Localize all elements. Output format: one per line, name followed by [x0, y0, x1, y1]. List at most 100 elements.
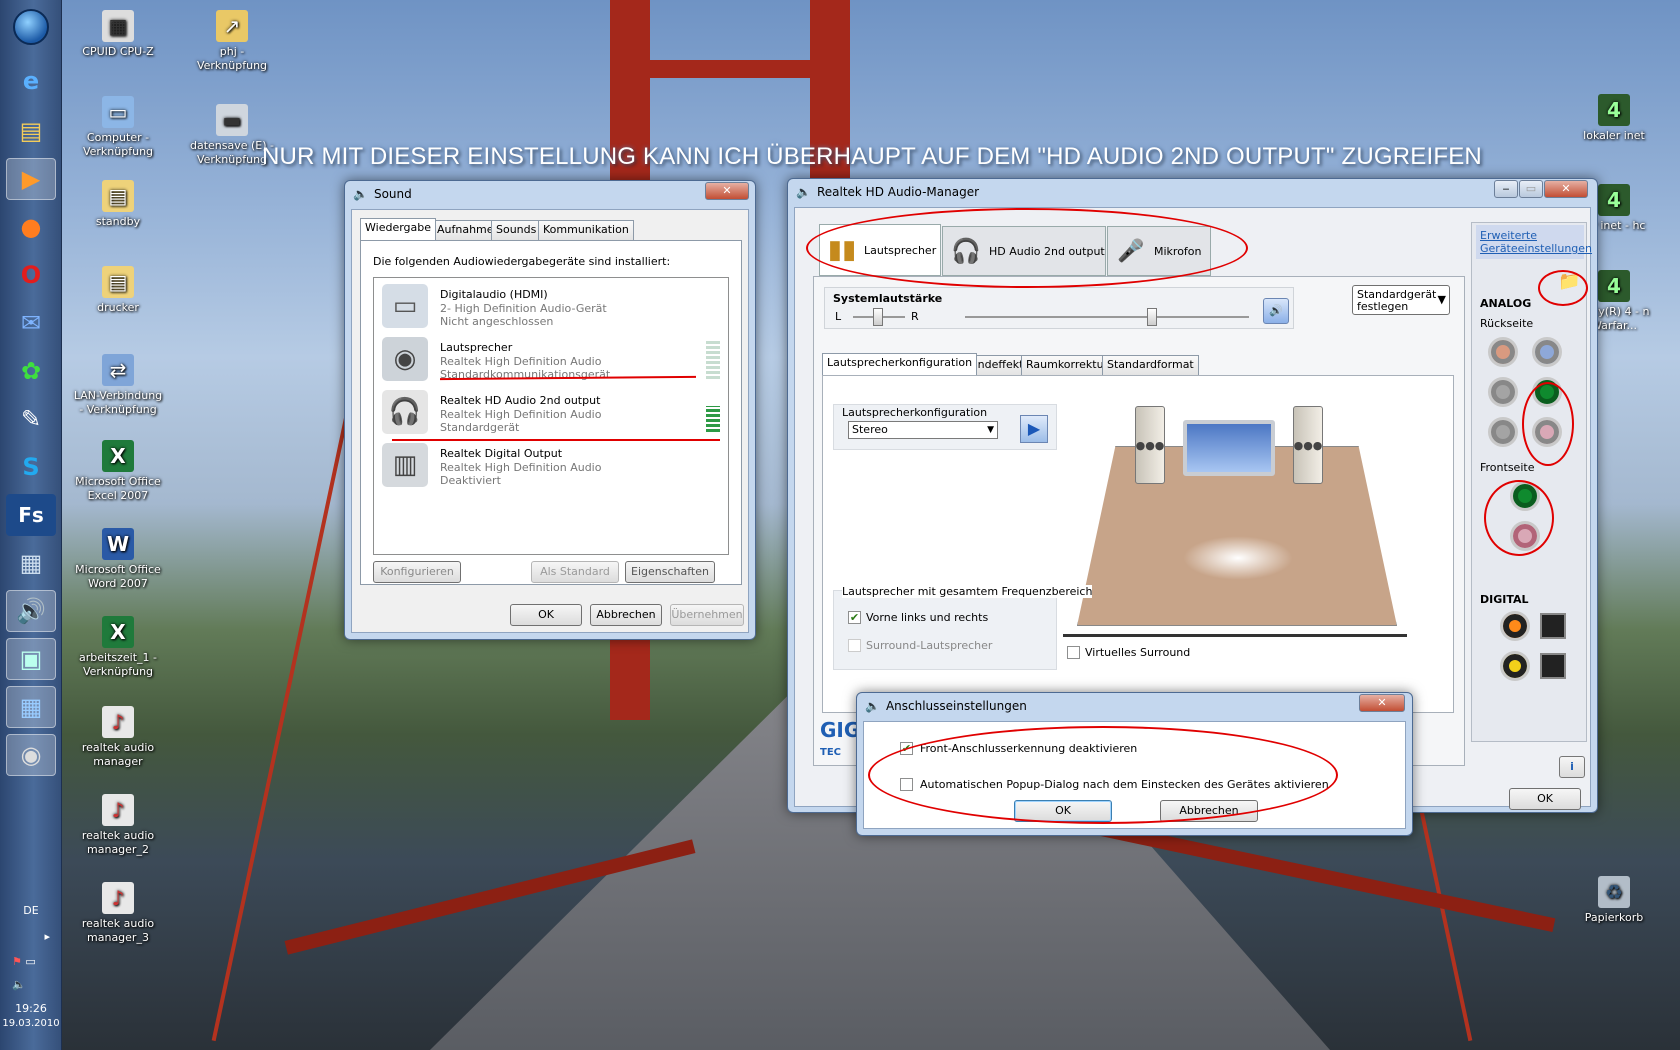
surround-checkbox[interactable]: [848, 639, 861, 652]
minimize-button[interactable]: ‒: [1494, 180, 1518, 198]
control-panel-icon[interactable]: ▦: [6, 686, 56, 728]
level-meter: [706, 341, 720, 381]
ok-button[interactable]: OK: [510, 604, 582, 626]
optical-out-icon[interactable]: [1540, 613, 1566, 639]
virtual-surround-checkbox[interactable]: [1067, 646, 1080, 659]
config-select[interactable]: Stereo ▼: [848, 421, 998, 439]
device-hd-audio-2nd-output[interactable]: 🎧 Realtek HD Audio 2nd output Realtek Hi…: [380, 388, 720, 438]
clock-date[interactable]: 19.03.2010: [0, 1018, 62, 1029]
optical-in-icon[interactable]: [1540, 653, 1566, 679]
ok-button[interactable]: OK: [1509, 788, 1581, 810]
front-lr-label: Vorne links und rechts: [866, 611, 989, 624]
digital-label: DIGITAL: [1480, 593, 1529, 606]
subtab-standardformat[interactable]: Standardformat: [1102, 355, 1199, 375]
sound-titlebar[interactable]: 🔈 Sound: [345, 181, 755, 207]
configure-button[interactable]: Konfigurieren: [373, 561, 461, 583]
close-button[interactable]: ✕: [705, 182, 749, 200]
audio-icon[interactable]: ◉: [6, 734, 56, 776]
play-test-button[interactable]: ▶: [1020, 415, 1048, 443]
desktop-icon-cpuz[interactable]: ▦ CPUID CPU-Z: [72, 10, 164, 59]
subtab-lautsprecherkonfiguration[interactable]: Lautsprecherkonfiguration: [822, 353, 978, 375]
internet-explorer-icon[interactable]: e: [6, 60, 56, 102]
balance-thumb[interactable]: [873, 308, 883, 326]
set-default-button[interactable]: Als Standard: [531, 561, 619, 583]
desktop-icon-word[interactable]: W Microsoft Office Word 2007: [72, 528, 164, 591]
jack-orange-icon[interactable]: [1488, 337, 1518, 367]
desktop-icon-lokaler-inet[interactable]: 4 lokaler inet: [1568, 94, 1660, 143]
coax-yellow-icon[interactable]: [1500, 651, 1530, 681]
balance-slider[interactable]: [853, 308, 905, 326]
skype-icon[interactable]: S: [6, 446, 56, 488]
icq-icon[interactable]: ✿: [6, 350, 56, 392]
media-player-icon[interactable]: ▶: [6, 158, 56, 200]
desktop-icon-drucker[interactable]: ▤ drucker: [72, 266, 164, 315]
desktop-icon-computer[interactable]: ▭ Computer - Verknüpfung: [72, 96, 164, 159]
explorer-folder-icon[interactable]: ▤: [6, 110, 56, 152]
device-hdmi[interactable]: ▭ Digitalaudio (HDMI) 2- High Definition…: [380, 282, 710, 332]
mute-speaker-button[interactable]: 🔊: [1263, 298, 1289, 324]
tab-wiedergabe[interactable]: Wiedergabe: [360, 218, 437, 240]
desktop-icon-realtek1[interactable]: ♪ realtek audio manager: [72, 706, 164, 769]
close-button[interactable]: ✕: [1359, 694, 1405, 712]
monitor-icon: ▭: [382, 284, 428, 328]
thunderbird-icon[interactable]: ✉: [6, 302, 56, 344]
digital-output-icon: ▥: [382, 443, 428, 487]
desktop-icon-excel[interactable]: X Microsoft Office Excel 2007: [72, 440, 164, 503]
language-indicator[interactable]: DE: [0, 904, 62, 917]
jack-gray-icon[interactable]: [1488, 377, 1518, 407]
desktop-icon-arbeitszeit[interactable]: Xarbeitszeit_1 - Verknüpfung: [72, 616, 164, 679]
tab-aufnahme[interactable]: Aufnahme: [432, 220, 499, 240]
set-default-device-button[interactable]: Standardgerät festlegen ▼: [1352, 285, 1450, 315]
maximize-button[interactable]: ▭: [1519, 180, 1543, 198]
opera-icon[interactable]: O: [6, 254, 56, 296]
subtab-raumkorrektur[interactable]: Raumkorrektur: [1021, 355, 1114, 375]
desktop-icon-lan[interactable]: ⇄ LAN-Verbindung - Verknüpfung: [72, 354, 164, 417]
device-digital-output[interactable]: ▥ Realtek Digital Output Realtek High De…: [380, 441, 710, 491]
word-icon: W: [102, 528, 134, 560]
info-button[interactable]: i: [1559, 756, 1585, 778]
apply-button[interactable]: Übernehmen: [670, 604, 744, 626]
dialog-title: Anschlusseinstellungen: [885, 699, 1027, 713]
realtek-titlebar[interactable]: 🔈 Realtek HD Audio-Manager: [788, 179, 1597, 205]
fs-icon[interactable]: Fs: [6, 494, 56, 536]
advanced-settings-link[interactable]: Erweiterte Geräteeinstellungen: [1476, 225, 1592, 259]
cancel-button[interactable]: Abbrechen: [590, 604, 662, 626]
device-name: Realtek HD Audio 2nd output: [440, 394, 601, 407]
properties-button[interactable]: Eigenschaften: [625, 561, 715, 583]
cpuz-icon: ▦: [102, 10, 134, 42]
speaker-icon: 🔈: [865, 699, 880, 713]
clock-time[interactable]: 19:26: [0, 1002, 62, 1015]
tab-sounds[interactable]: Sounds: [491, 220, 542, 240]
jack-gray2-icon[interactable]: [1488, 417, 1518, 447]
tray-flag-icon[interactable]: ⚑ ▭: [0, 955, 62, 968]
jack-blue-icon[interactable]: [1532, 337, 1562, 367]
volume-thumb[interactable]: [1147, 308, 1157, 326]
desktop-icon-phj[interactable]: ↗ phj - Verknüpfung: [186, 10, 278, 73]
desktop-icon-label: arbeitszeit_1 - Verknüpfung: [79, 651, 157, 678]
desktop-icon-realtek3[interactable]: ♪ realtek audio manager_3: [72, 882, 164, 945]
computer-icon: ▭: [102, 96, 134, 128]
device-driver: Realtek High Definition Audio: [440, 355, 602, 368]
device-list[interactable]: ▭ Digitalaudio (HDMI) 2- High Definition…: [373, 277, 729, 555]
volume-slider[interactable]: [965, 308, 1249, 326]
desktop-icon-papierkorb[interactable]: ♻ Papierkorb: [1568, 876, 1660, 925]
virtual-surround-label: Virtuelles Surround: [1085, 646, 1191, 659]
tab-kommunikation[interactable]: Kommunikation: [538, 220, 634, 240]
close-button[interactable]: ✕: [1544, 180, 1588, 198]
tray-expand-icon[interactable]: ▸: [0, 930, 62, 943]
image-viewer-icon[interactable]: ▣: [6, 638, 56, 680]
paint-icon[interactable]: ✎: [6, 398, 56, 440]
coax-orange-icon[interactable]: [1500, 611, 1530, 641]
drive-icon: ▬: [216, 104, 248, 136]
desktop-icon-label: LAN-Verbindung - Verknüpfung: [73, 389, 163, 416]
tray-network-icon[interactable]: ▭: [25, 955, 35, 968]
desktop-icon-standby[interactable]: ▤ standby: [72, 180, 164, 229]
speaker-volume-icon[interactable]: 🔊: [6, 590, 56, 632]
dialog-titlebar[interactable]: 🔈 Anschlusseinstellungen: [857, 693, 1412, 719]
firefox-icon[interactable]: ●: [6, 206, 56, 248]
calculator-icon[interactable]: ▦: [6, 542, 56, 584]
desktop-icon-realtek2[interactable]: ♪ realtek audio manager_2: [72, 794, 164, 857]
front-lr-checkbox[interactable]: ✔: [848, 611, 861, 624]
start-orb-icon[interactable]: [6, 6, 56, 48]
tray-volume-icon[interactable]: 🔈: [0, 978, 62, 991]
